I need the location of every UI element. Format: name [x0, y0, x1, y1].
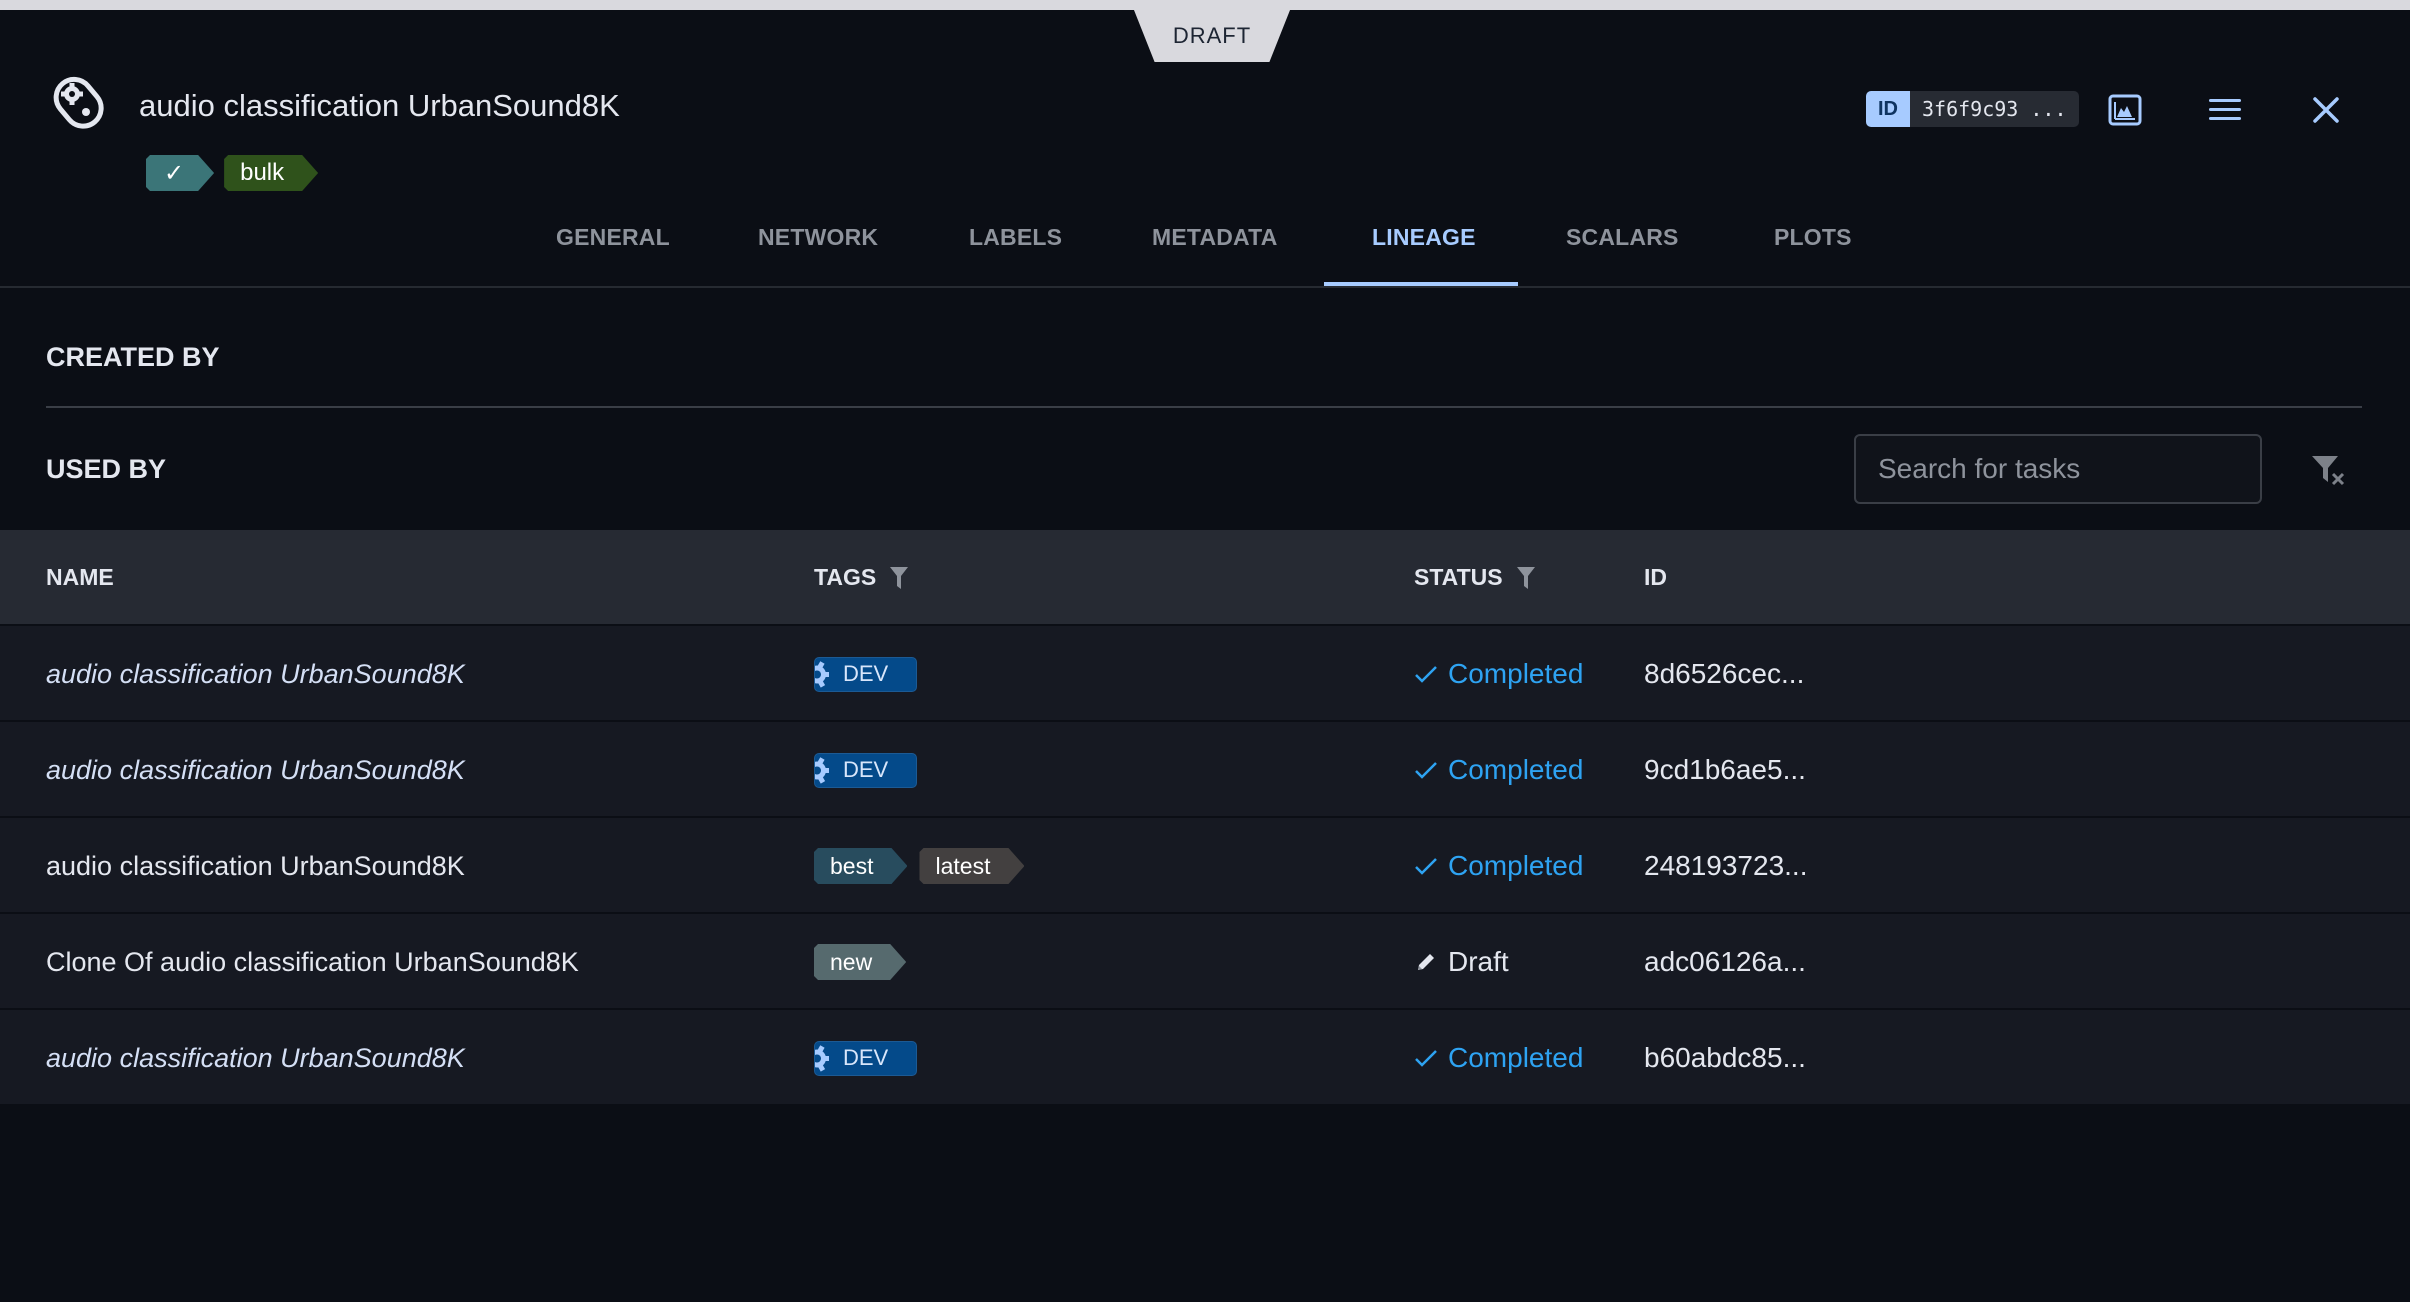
task-name[interactable]: audio classification UrbanSound8K: [46, 722, 465, 818]
status-label: Completed: [1448, 754, 1584, 785]
table-row[interactable]: Clone Of audio classification UrbanSound…: [0, 914, 2410, 1010]
gear-icon: [815, 1044, 829, 1072]
experiment-icon: [53, 76, 104, 129]
task-tags-cell: DEV: [814, 626, 918, 722]
tab-bar: GENERAL NETWORK LABELS METADATA LINEAGE …: [0, 190, 2410, 288]
task-name[interactable]: audio classification UrbanSound8K: [46, 818, 465, 914]
check-icon: [1415, 762, 1437, 779]
task-tags-cell: new: [814, 914, 906, 1010]
filter-icon[interactable]: [890, 566, 909, 589]
column-header-tags[interactable]: TAGS: [814, 564, 909, 591]
used-by-heading: USED BY: [46, 454, 167, 484]
task-id: b60abdc85...: [1644, 1042, 1806, 1073]
tab-general[interactable]: GENERAL: [556, 224, 670, 251]
created-by-heading: CREATED BY: [46, 342, 220, 372]
column-label: NAME: [46, 564, 114, 590]
task-id: 9cd1b6ae5...: [1644, 754, 1806, 785]
status-cell: Completed: [1414, 722, 1583, 818]
gear-icon: [815, 660, 829, 688]
table-row[interactable]: audio classification UrbanSound8K DEV Co…: [0, 626, 2410, 722]
system-tag: DEV: [814, 752, 918, 788]
tag-label: DEV: [843, 1045, 889, 1070]
table-row[interactable]: audio classification UrbanSound8K best l…: [0, 818, 2410, 914]
column-header-id[interactable]: ID: [1644, 564, 1667, 591]
status-label: Completed: [1448, 1042, 1584, 1073]
task-name[interactable]: audio classification UrbanSound8K: [46, 1010, 465, 1106]
task-id: 248193723...: [1644, 850, 1808, 881]
user-tag[interactable]: new: [814, 944, 906, 980]
task-name[interactable]: Clone Of audio classification UrbanSound…: [46, 914, 579, 1010]
chart-icon[interactable]: [2105, 90, 2145, 130]
task-tags: ✓ bulk: [146, 155, 318, 191]
tab-metadata[interactable]: METADATA: [1152, 224, 1278, 251]
status-cell: Completed: [1414, 626, 1583, 722]
system-tag: DEV: [814, 1040, 918, 1076]
tab-labels[interactable]: LABELS: [969, 224, 1062, 251]
used-by-table: NAME TAGS STATUS ID audio classification…: [0, 530, 2410, 1106]
status-label: Draft: [1448, 946, 1509, 977]
tag-label: DEV: [843, 757, 889, 782]
task-id-value: 3f6f9c93 ...: [1910, 91, 2079, 127]
status-cell: Completed: [1414, 1010, 1583, 1106]
gear-icon: [815, 756, 829, 784]
table-row[interactable]: audio classification UrbanSound8K DEV Co…: [0, 1010, 2410, 1106]
table-row[interactable]: audio classification UrbanSound8K DEV Co…: [0, 722, 2410, 818]
tag-check[interactable]: ✓: [146, 155, 214, 191]
status-cell: Completed: [1414, 818, 1583, 914]
user-tag[interactable]: best: [814, 848, 907, 884]
tab-network[interactable]: NETWORK: [758, 224, 878, 251]
pencil-icon: [1418, 954, 1434, 970]
status-cell: Draft: [1414, 914, 1509, 1010]
status-label: Completed: [1448, 850, 1584, 881]
task-id-chip[interactable]: ID 3f6f9c93 ...: [1866, 91, 2079, 127]
tab-lineage[interactable]: LINEAGE: [1372, 224, 1476, 251]
search-box: [1854, 434, 2262, 504]
task-title: audio classification UrbanSound8K: [139, 88, 620, 123]
column-header-status[interactable]: STATUS: [1414, 564, 1535, 591]
search-input[interactable]: [1878, 453, 2260, 485]
task-tags-cell: best latest: [814, 818, 1024, 914]
table-header: NAME TAGS STATUS ID: [0, 530, 2410, 626]
check-icon: [1415, 666, 1437, 683]
task-id: 8d6526cec...: [1644, 658, 1805, 689]
system-tag: DEV: [814, 656, 918, 692]
status-label: Completed: [1448, 658, 1584, 689]
clear-filter-icon[interactable]: [2310, 452, 2346, 488]
column-label: ID: [1644, 564, 1667, 590]
user-tag[interactable]: latest: [919, 848, 1024, 884]
column-label: TAGS: [814, 564, 877, 590]
column-header-name[interactable]: NAME: [46, 564, 114, 591]
section-divider: [46, 406, 2362, 408]
id-label: ID: [1866, 91, 1910, 127]
filter-icon[interactable]: [1516, 566, 1535, 589]
column-label: STATUS: [1414, 564, 1503, 590]
tab-scalars[interactable]: SCALARS: [1566, 224, 1679, 251]
tag-label: DEV: [843, 661, 889, 686]
tab-plots[interactable]: PLOTS: [1774, 224, 1852, 251]
check-icon: [1415, 1050, 1437, 1067]
task-id: adc06126a...: [1644, 946, 1806, 977]
task-tags-cell: DEV: [814, 1010, 918, 1106]
active-tab-indicator: [1324, 282, 1518, 286]
task-tags-cell: DEV: [814, 722, 918, 818]
close-icon[interactable]: [2306, 90, 2346, 130]
tag-bulk[interactable]: bulk: [224, 155, 318, 191]
check-icon: [1415, 858, 1437, 875]
menu-icon[interactable]: [2205, 90, 2245, 130]
task-name[interactable]: audio classification UrbanSound8K: [46, 626, 465, 722]
